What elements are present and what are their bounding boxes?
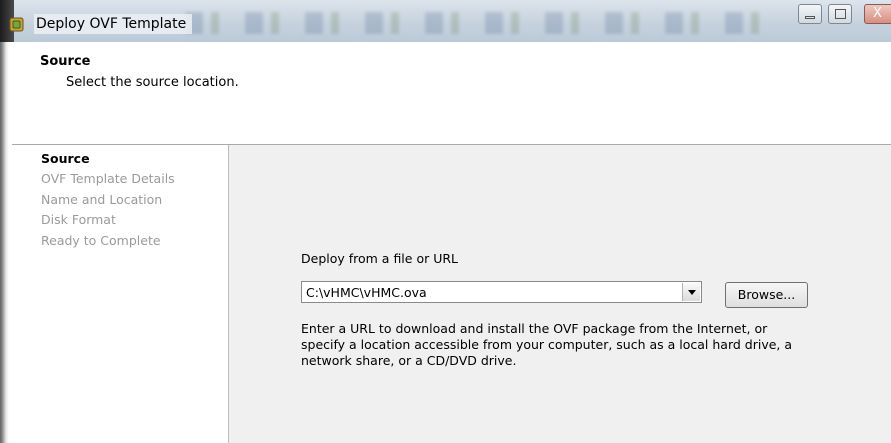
maximize-icon: [835, 9, 846, 19]
help-line: specify a location accessible from your …: [301, 337, 793, 352]
wizard-content: Deploy from a file or URL C:\vHMC\vHMC.o…: [229, 145, 891, 443]
source-help-text: Enter a URL to download and install the …: [301, 321, 811, 369]
browse-button[interactable]: Browse...: [725, 282, 808, 308]
help-line: network share, or a CD/DVD drive.: [301, 353, 517, 368]
help-line: Enter a URL to download and install the …: [301, 321, 768, 336]
close-button[interactable]: X: [864, 4, 891, 24]
step-ready-to-complete: Ready to Complete: [41, 233, 161, 248]
page-subtitle: Select the source location.: [66, 75, 239, 90]
combo-dropdown-button[interactable]: [682, 283, 700, 301]
close-icon: X: [873, 6, 882, 21]
window-title: Deploy OVF Template: [34, 14, 193, 34]
minimize-button[interactable]: [798, 4, 822, 24]
title-bar: Deploy OVF Template X: [0, 0, 891, 43]
step-name-and-location: Name and Location: [41, 192, 163, 207]
minimize-icon: [805, 16, 815, 19]
vsphere-client-icon: [9, 17, 24, 32]
step-ovf-template-details: OVF Template Details: [41, 171, 175, 186]
deploy-from-label: Deploy from a file or URL: [301, 251, 459, 266]
step-disk-format: Disk Format: [41, 212, 116, 227]
background-window-toolbar: [185, 12, 785, 34]
wizard-header: Source Select the source location.: [0, 42, 891, 145]
source-location-combobox[interactable]: C:\vHMC\vHMC.ova: [301, 281, 702, 303]
source-location-value[interactable]: C:\vHMC\vHMC.ova: [306, 285, 427, 300]
window-left-edge: [0, 42, 12, 443]
wizard-steps: Source OVF Template Details Name and Loc…: [13, 145, 229, 443]
chevron-down-icon: [688, 290, 696, 295]
maximize-button[interactable]: [828, 4, 852, 24]
page-title: Source: [40, 54, 91, 69]
step-source[interactable]: Source: [41, 151, 90, 166]
